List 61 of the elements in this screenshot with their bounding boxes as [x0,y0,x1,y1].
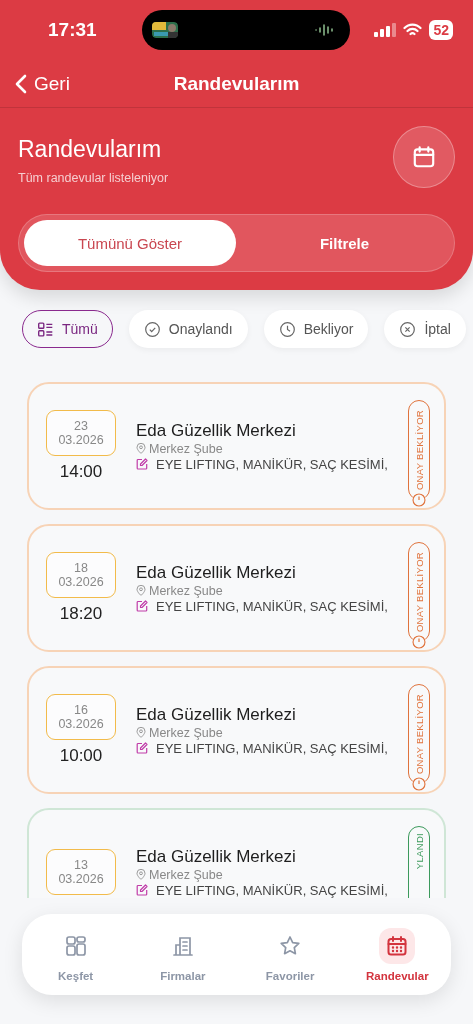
services-list: EYE LIFTING, MANİKÜR, SAÇ KESİMİ, [156,740,388,756]
branch-name: Merkez Şube [149,867,223,882]
business-name: Eda Güzellik Merkezi [136,420,297,441]
date-month: 03.2026 [58,872,104,886]
star-icon [278,933,303,958]
signal-icon [374,23,397,37]
date-day: 18 [74,561,88,575]
segment-tab[interactable]: Tümünü Göster [24,220,236,266]
appointment-card[interactable]: 16 03.2026 10:00 Eda Güzellik Merkezi Merkez Şube EYE LIFTING, MANİKÜR, SAÇ KESİMİ, ONAY BEKLİYOR [27,666,446,794]
edit-icon [136,742,148,754]
appointment-card[interactable]: 13 03.2026 Eda Güzellik Merkezi Merkez Şube EYE LIFTING, MANİKÜR, SAÇ KESİMİ, YLANDI [27,808,446,898]
list-icon [37,320,54,338]
branch-name: Merkez Şube [149,583,223,598]
edit-icon [136,600,148,612]
services-list: EYE LIFTING, MANİKÜR, SAÇ KESİMİ, [156,882,388,898]
chevron-left-icon [14,72,28,95]
branch-name: Merkez Şube [149,725,223,740]
appointment-card[interactable]: 23 03.2026 14:00 Eda Güzellik Merkezi Merkez Şube EYE LIFTING, MANİKÜR, SAÇ KESİMİ, ONAY BEKLİYOR [27,382,446,510]
header-subtitle: Tüm randevular listeleniyor [18,171,169,185]
date-day: 23 [74,419,88,433]
status-time: 17:31 [48,19,98,41]
calendar-icon [385,933,410,958]
business-name: Eda Güzellik Merkezi [136,562,297,583]
location-pin-icon [136,869,146,880]
date-month: 03.2026 [58,433,104,447]
date-month: 03.2026 [58,717,104,731]
grid-icon [63,933,88,958]
appointment-time: 18:20 [59,604,103,624]
filter-chip[interactable]: Bekliyor [263,310,369,348]
clock-icon [278,320,296,338]
wifi-icon [403,23,423,37]
clock-icon [412,493,426,507]
appointment-time: 14:00 [59,462,103,482]
business-name: Eda Güzellik Merkezi [136,846,297,867]
branch-name: Merkez Şube [149,441,223,456]
battery-level: 52 [429,20,453,40]
services-list: EYE LIFTING, MANİKÜR, SAÇ KESİMİ, [156,598,388,614]
business-name: Eda Güzellik Merkezi [136,704,297,725]
segment-tab[interactable]: Filtrele [240,220,449,266]
clock-icon [412,777,426,791]
location-pin-icon [136,443,146,454]
edit-icon [136,458,148,470]
services-list: EYE LIFTING, MANİKÜR, SAÇ KESİMİ, [156,456,388,472]
edit-icon [136,884,148,896]
filter-chip[interactable]: İptal [384,310,466,348]
filter-chip[interactable]: Onaylandı [128,310,248,348]
calendar-icon [411,144,437,170]
page-title: Randevularım [173,72,300,94]
check-circle-icon [143,320,161,338]
back-button[interactable]: Geri [0,71,76,96]
date-day: 16 [74,703,88,717]
clock-icon [412,635,426,649]
location-pin-icon [136,727,146,738]
location-pin-icon [136,585,146,596]
header-title: Randevularım [18,136,163,163]
cancel-circle-icon [399,320,417,338]
tab-bar-item[interactable]: Randevular [349,927,446,982]
appointment-card[interactable]: 18 03.2026 18:20 Eda Güzellik Merkezi Merkez Şube EYE LIFTING, MANİKÜR, SAÇ KESİMİ, ONAY BEKLİYOR [27,524,446,652]
date-day: 13 [74,858,88,872]
appointment-time: 10:00 [59,746,103,766]
date-month: 03.2026 [58,575,104,589]
